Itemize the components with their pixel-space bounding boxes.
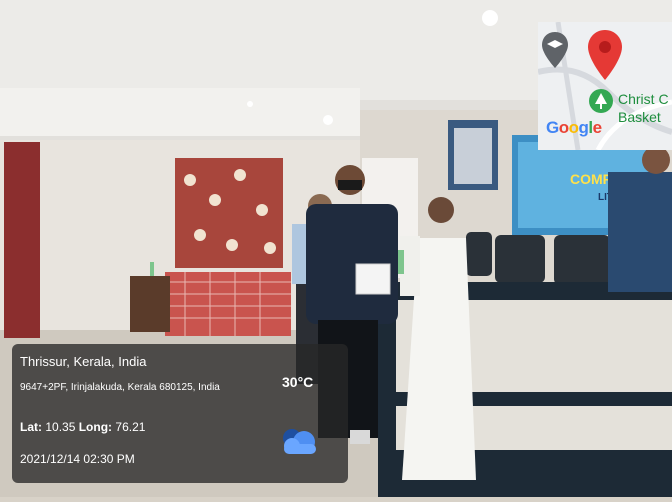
geotag-overlay: Thrissur, Kerala, India 9647+2PF, Irinja… (12, 344, 348, 483)
map-place-label: Christ C Basket (618, 90, 669, 126)
lat-label: Lat: (20, 420, 42, 434)
datetime: 2021/12/14 02:30 PM (20, 452, 135, 466)
school-icon (542, 32, 568, 73)
lat-value: 10.35 (45, 420, 76, 434)
long-value: 76.21 (115, 420, 146, 434)
map-place-label-line1: Christ C (618, 91, 669, 107)
temperature: 30°C (282, 374, 314, 390)
address-text: 9647+2PF, Irinjalakuda, Kerala 680125, I… (20, 382, 220, 393)
map-thumbnail[interactable]: Christ C Basket Google (538, 22, 672, 150)
google-logo: Google (546, 118, 602, 137)
map-pin-icon (588, 30, 622, 85)
location-title: Thrissur, Kerala, India (20, 354, 147, 369)
coordinates: Lat: 10.35 Long: 76.21 (20, 420, 145, 434)
long-label: Long: (78, 420, 113, 434)
map-place-label-line2: Basket (618, 109, 661, 125)
cloud-icon (278, 424, 320, 456)
